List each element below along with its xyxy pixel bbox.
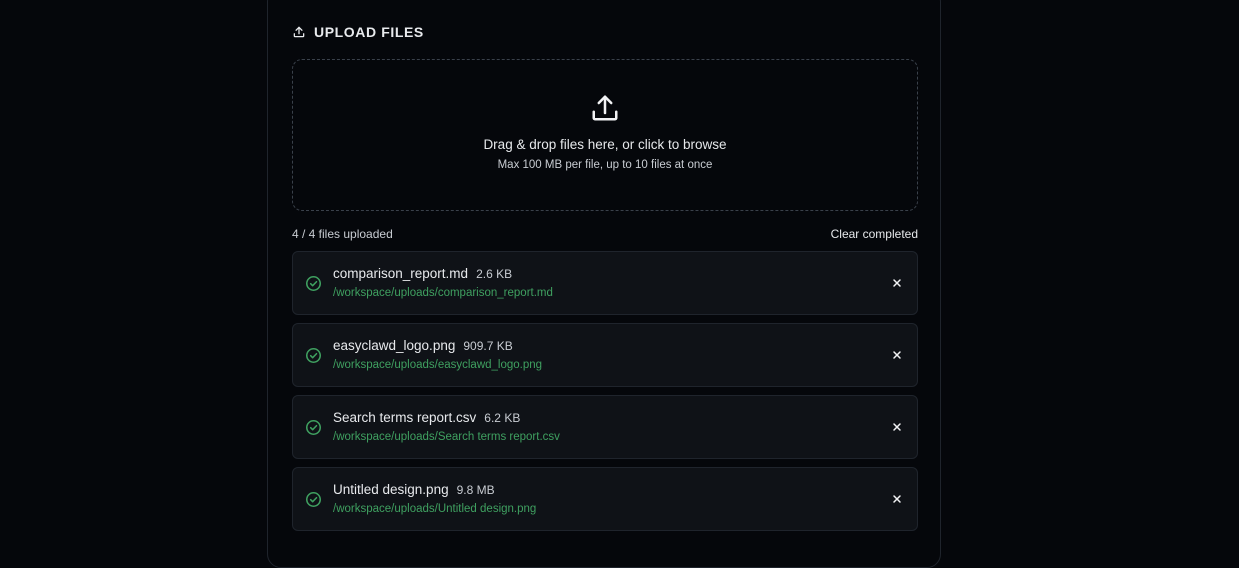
- file-name: Untitled design.png: [333, 482, 449, 497]
- file-name: easyclawd_logo.png: [333, 338, 456, 353]
- remove-file-button[interactable]: [887, 273, 907, 293]
- file-path: /workspace/uploads/Search terms report.c…: [333, 431, 560, 443]
- close-icon: [893, 495, 901, 503]
- upload-icon: [292, 25, 306, 39]
- upload-count: 4 / 4 files uploaded: [292, 227, 393, 241]
- file-path: /workspace/uploads/comparison_report.md: [333, 287, 553, 299]
- upload-header: UPLOAD FILES: [292, 24, 424, 40]
- file-item: easyclawd_logo.png 909.7 KB /workspace/u…: [292, 323, 918, 387]
- file-item: Search terms report.csv 6.2 KB /workspac…: [292, 395, 918, 459]
- file-item: Untitled design.png 9.8 MB /workspace/up…: [292, 467, 918, 531]
- file-name: Search terms report.csv: [333, 410, 477, 425]
- check-circle-icon: [305, 347, 322, 364]
- file-size: 2.6 KB: [476, 267, 513, 281]
- page-title: UPLOAD FILES: [314, 24, 424, 40]
- file-dropzone[interactable]: Drag & drop files here, or click to brow…: [292, 59, 918, 211]
- remove-file-button[interactable]: [887, 489, 907, 509]
- file-item: comparison_report.md 2.6 KB /workspace/u…: [292, 251, 918, 315]
- file-size: 9.8 MB: [456, 483, 495, 497]
- upload-panel: UPLOAD FILES Drag & drop files here, or …: [267, 0, 941, 568]
- remove-file-button[interactable]: [887, 417, 907, 437]
- close-icon: [893, 279, 901, 287]
- remove-file-button[interactable]: [887, 345, 907, 365]
- file-path: /workspace/uploads/Untitled design.png: [333, 503, 537, 515]
- close-icon: [893, 423, 901, 431]
- upload-status-row: 4 / 4 files uploaded Clear completed: [292, 227, 918, 241]
- check-circle-icon: [305, 275, 322, 292]
- file-name: comparison_report.md: [333, 266, 469, 281]
- dropzone-limits: Max 100 MB per file, up to 10 files at o…: [497, 159, 713, 171]
- file-size: 6.2 KB: [484, 411, 521, 425]
- file-size: 909.7 KB: [463, 339, 513, 353]
- upload-tray-icon: [590, 93, 620, 123]
- check-circle-icon: [305, 491, 322, 508]
- dropzone-instructions: Drag & drop files here, or click to brow…: [483, 137, 727, 152]
- check-circle-icon: [305, 419, 322, 436]
- close-icon: [893, 351, 901, 359]
- file-path: /workspace/uploads/easyclawd_logo.png: [333, 359, 543, 371]
- uploaded-file-list: comparison_report.md 2.6 KB /workspace/u…: [292, 251, 918, 539]
- clear-completed-button[interactable]: Clear completed: [831, 227, 918, 241]
